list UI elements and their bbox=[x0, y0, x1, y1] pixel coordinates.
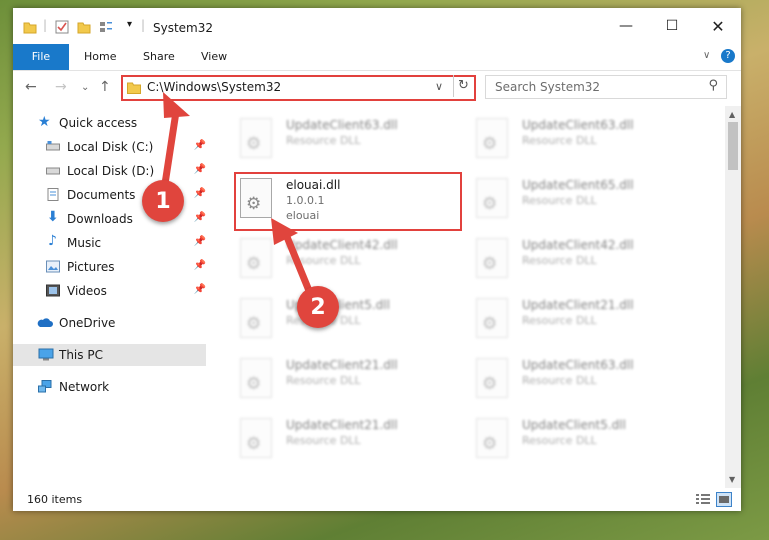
arrow-1-head bbox=[163, 92, 190, 118]
annotation-arrows bbox=[159, 92, 316, 300]
step-2-badge: 2 bbox=[297, 286, 339, 328]
arrow-2-head bbox=[271, 218, 298, 245]
step-1-badge: 1 bbox=[142, 180, 184, 222]
